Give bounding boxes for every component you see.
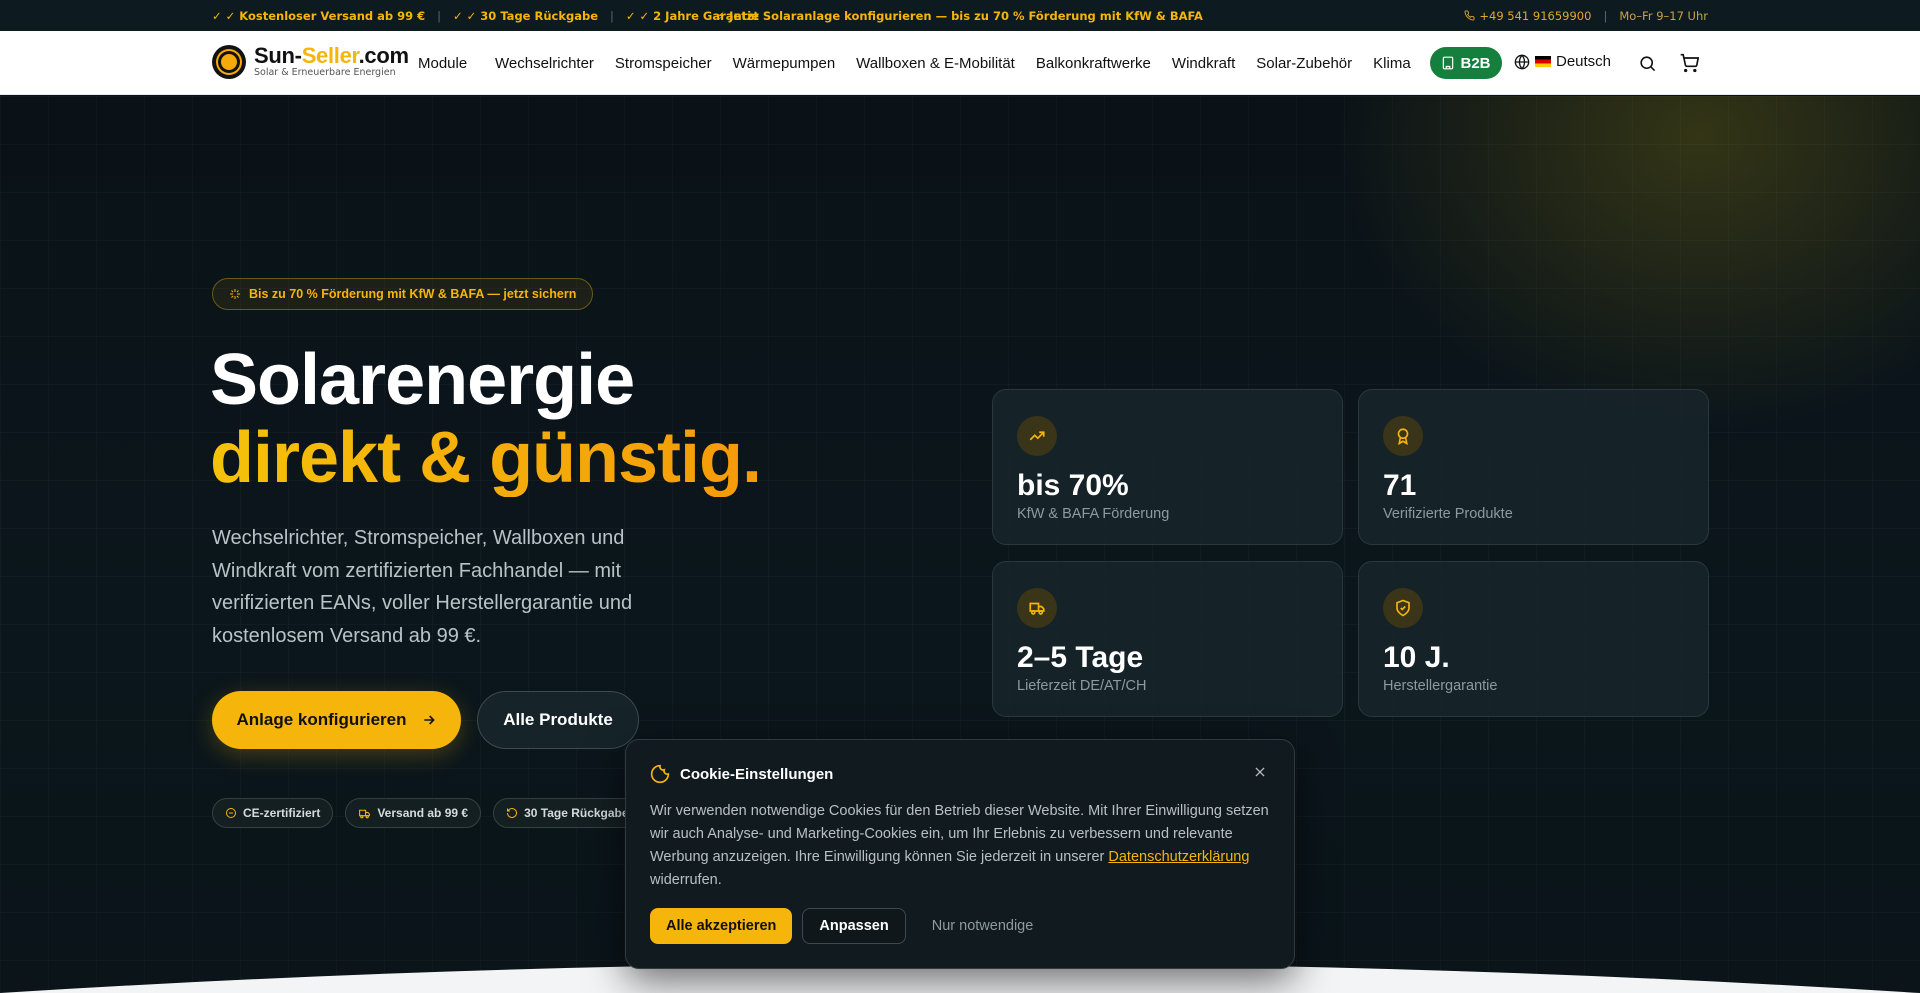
award-icon: [1383, 416, 1423, 456]
shield-check-icon: [1383, 588, 1423, 628]
b2b-label: B2B: [1460, 54, 1491, 72]
cart-icon[interactable]: [1677, 51, 1701, 75]
rotate-icon: [507, 808, 518, 818]
cookie-icon: [650, 764, 670, 784]
trending-up-icon: [1017, 416, 1057, 456]
nav-item-solar-zubehoer[interactable]: Solar-Zubehör: [1256, 55, 1352, 72]
stat-value: 2–5 Tage: [1017, 641, 1144, 674]
stat-card-products: 71 Verifizierte Produkte: [1358, 389, 1709, 545]
configure-button[interactable]: Anlage konfigurieren: [212, 691, 461, 749]
logo-name: Sun-Seller.com: [254, 43, 409, 68]
check-circle-icon: [226, 808, 236, 818]
necessary-only-button[interactable]: Nur notwendige: [916, 908, 1050, 944]
phone-number: +49 541 91659900: [1479, 8, 1592, 23]
stat-value: bis 70%: [1017, 469, 1129, 502]
logo-tagline: Solar & Erneuerbare Energien: [254, 67, 396, 78]
nav-item-wallboxen[interactable]: Wallboxen & E-Mobilität: [856, 55, 1015, 72]
usp-list: ✓ ✓ Kostenloser Versand ab 99 € | ✓ ✓ 30…: [212, 9, 759, 23]
sun-logo-icon: [212, 45, 246, 79]
accept-all-button[interactable]: Alle akzeptieren: [650, 908, 793, 944]
language-selector[interactable]: Deutsch: [1514, 53, 1611, 70]
stat-value: 10 J.: [1383, 641, 1450, 674]
separator: |: [610, 8, 614, 23]
stat-card-warranty: 10 J. Herstellergarantie: [1358, 561, 1709, 717]
german-flag-icon: [1535, 56, 1551, 67]
hero-title-line1: Solarenergie: [210, 340, 635, 420]
stat-card-funding: bis 70% KfW & BAFA Förderung: [992, 389, 1343, 545]
hero-lead: Wechselrichter, Stromspeicher, Wallboxen…: [212, 527, 633, 647]
nav-item-module[interactable]: Module: [418, 55, 474, 72]
sparkle-icon: [230, 289, 240, 299]
nav-item-klima[interactable]: Klima: [1373, 55, 1411, 72]
hero-title: Solarenergie direkt & günstig.: [210, 340, 762, 498]
funding-pill: Bis zu 70 % Förderung mit KfW & BAFA — j…: [212, 278, 594, 310]
configure-label: Anlage konfigurieren: [236, 710, 407, 729]
arrow-right-icon: [423, 715, 435, 725]
phone-icon: [1464, 9, 1475, 20]
opening-hours: Mo–Fr 9–17 Uhr: [1619, 8, 1708, 23]
building-icon: [1443, 56, 1454, 70]
usp-shipping: ✓ ✓ Kostenloser Versand ab 99 €: [212, 8, 426, 23]
nav-item-windkraft[interactable]: Windkraft: [1172, 55, 1235, 72]
privacy-link[interactable]: Datenschutzerklärung: [1108, 849, 1249, 865]
promo-text[interactable]: ⚡ Jetzt Solaranlage konfigurieren — bis …: [717, 9, 1203, 23]
badge-shipping: Versand ab 99 €: [345, 798, 482, 828]
main-nav: Module Wechselrichter Stromspeicher Wärm…: [418, 31, 1432, 95]
truck-icon: [1017, 588, 1057, 628]
separator: |: [437, 8, 442, 23]
customize-button[interactable]: Anpassen: [802, 908, 906, 944]
logo[interactable]: Sun-Seller.com Solar & Erneuerbare Energ…: [212, 45, 409, 79]
all-products-label: Alle Produkte: [503, 710, 613, 729]
contact-info: +49 541 91659900 | Mo–Fr 9–17 Uhr: [1464, 9, 1708, 23]
nav-item-stromspeicher[interactable]: Stromspeicher: [615, 55, 712, 72]
stat-label: Lieferzeit DE/AT/CH: [1017, 678, 1147, 694]
phone-link[interactable]: +49 541 91659900: [1464, 9, 1591, 23]
nav-item-balkonkraftwerke[interactable]: Balkonkraftwerke: [1036, 55, 1151, 72]
hero-title-line2: direkt & günstig.: [210, 418, 762, 498]
cookie-text: Wir verwenden notwendige Cookies für den…: [650, 803, 1269, 888]
search-icon[interactable]: [1635, 51, 1659, 75]
language-label: Deutsch: [1556, 53, 1612, 70]
truck-icon: [359, 809, 371, 818]
trust-badges: CE-zertifiziert Versand ab 99 € 30 Tage …: [212, 798, 642, 828]
funding-pill-text: Bis zu 70 % Förderung mit KfW & BAFA — j…: [249, 287, 577, 301]
badge-returns: 30 Tage Rückgabe: [493, 798, 642, 828]
cookie-title-text: Cookie-Einstellungen: [680, 765, 834, 783]
all-products-button[interactable]: Alle Produkte: [477, 691, 639, 749]
cookie-actions: Alle akzeptieren Anpassen Nur notwendige: [650, 908, 1049, 944]
stat-label: Herstellergarantie: [1383, 678, 1498, 694]
close-icon[interactable]: [1250, 762, 1270, 782]
globe-icon: [1514, 54, 1530, 69]
cookie-banner: Cookie-Einstellungen Wir verwenden notwe…: [625, 739, 1295, 969]
site-header: Sun-Seller.com Solar & Erneuerbare Energ…: [0, 31, 1920, 95]
stat-label: Verifizierte Produkte: [1383, 506, 1513, 522]
badge-ce: CE-zertifiziert: [212, 798, 334, 828]
separator: |: [1603, 8, 1608, 23]
usp-returns: ✓ ✓ 30 Tage Rückgabe: [453, 8, 599, 23]
stat-value: 71: [1383, 469, 1417, 502]
cookie-title: Cookie-Einstellungen: [650, 764, 1270, 784]
b2b-button[interactable]: B2B: [1430, 47, 1502, 79]
stat-label: KfW & BAFA Förderung: [1017, 506, 1170, 522]
nav-item-waermepumpen[interactable]: Wärmepumpen: [733, 55, 836, 72]
stat-card-delivery: 2–5 Tage Lieferzeit DE/AT/CH: [992, 561, 1343, 717]
nav-item-wechselrichter[interactable]: Wechselrichter: [495, 55, 594, 72]
top-info-bar: ✓ ✓ Kostenloser Versand ab 99 € | ✓ ✓ 30…: [0, 0, 1920, 31]
